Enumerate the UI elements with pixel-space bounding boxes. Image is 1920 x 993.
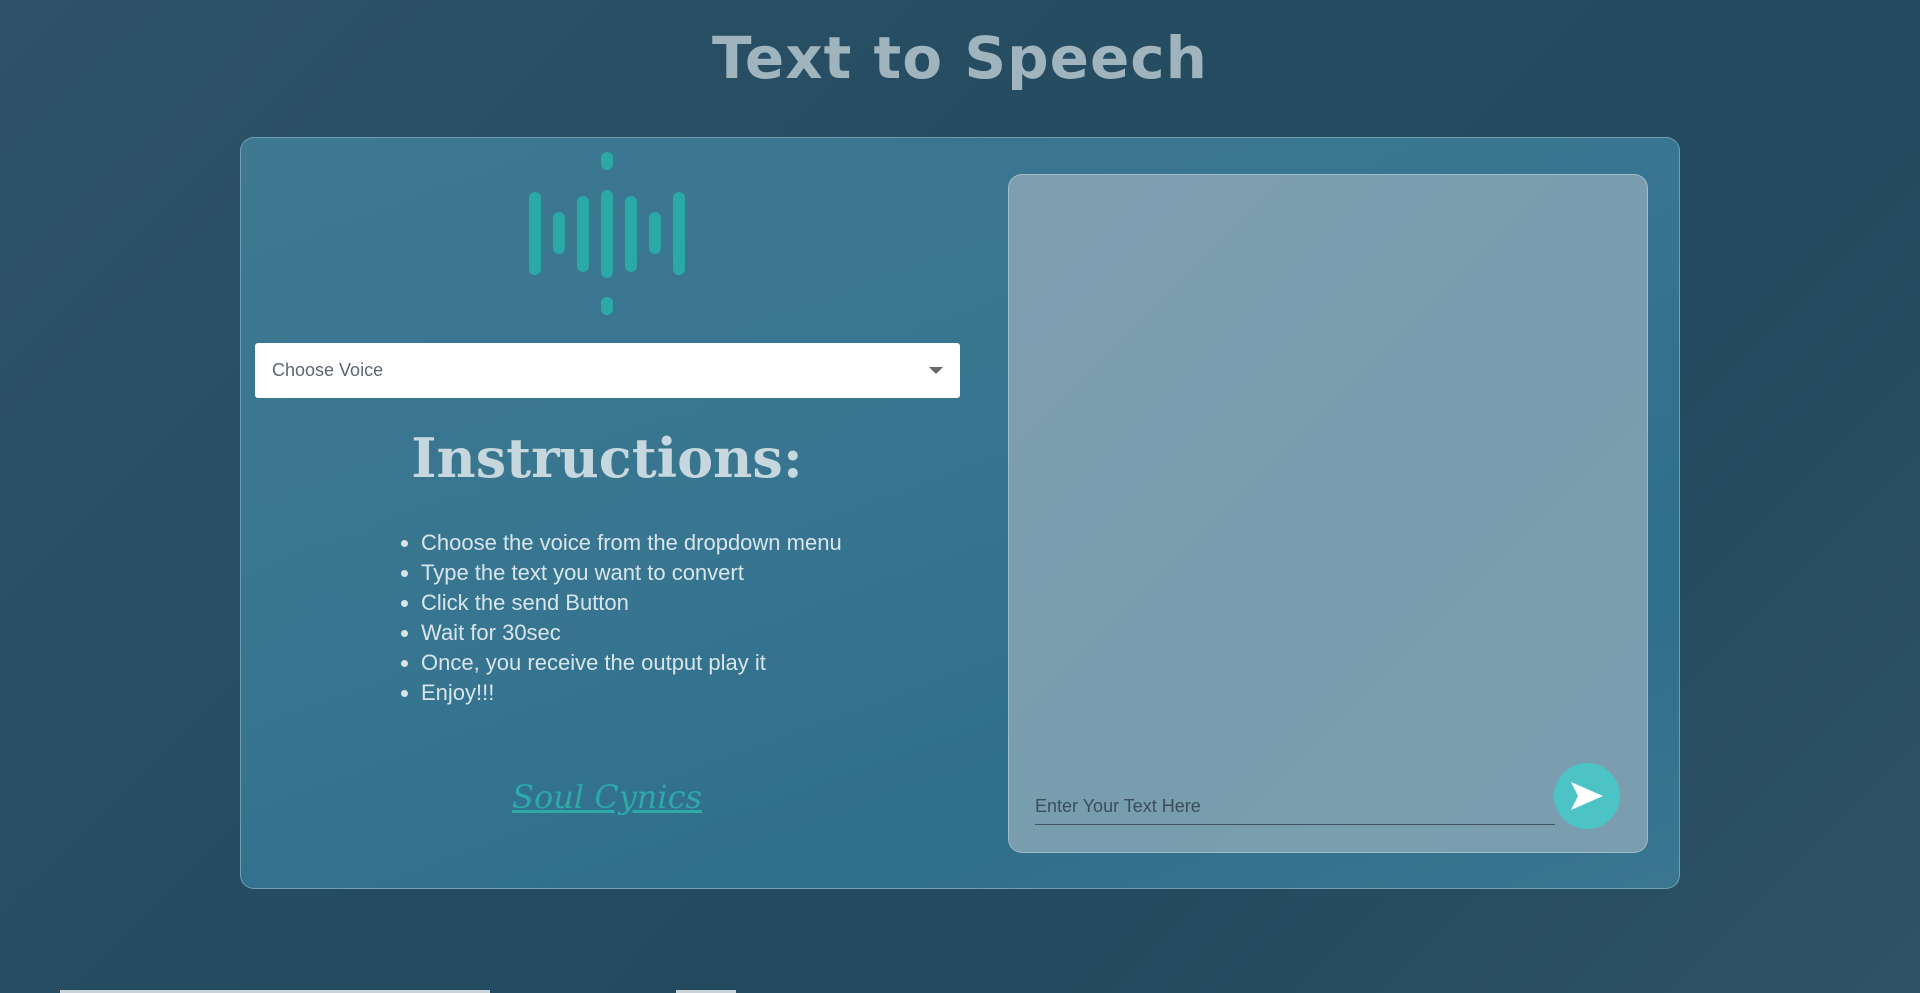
main-card: Choose Voice Instructions: Choose the vo… (240, 137, 1680, 889)
list-item: Wait for 30sec (421, 618, 842, 648)
text-output-panel (1008, 174, 1648, 853)
send-button[interactable] (1554, 763, 1620, 829)
credit-link[interactable]: Soul Cynics (241, 778, 973, 816)
page-title: Text to Speech (712, 24, 1208, 92)
list-item: Type the text you want to convert (421, 558, 842, 588)
list-item: Click the send Button (421, 588, 842, 618)
sound-wave-icon (529, 152, 685, 315)
voice-select[interactable]: Choose Voice (255, 343, 960, 398)
left-pane: Choose Voice Instructions: Choose the vo… (241, 138, 973, 888)
text-input[interactable] (1035, 789, 1555, 825)
instruction-list: Choose the voice from the dropdown menu … (421, 528, 842, 708)
voice-select-label: Choose Voice (272, 360, 384, 380)
list-item: Enjoy!!! (421, 678, 842, 708)
chevron-down-icon (929, 367, 943, 374)
list-item: Choose the voice from the dropdown menu (421, 528, 842, 558)
send-icon (1571, 782, 1603, 810)
list-item: Once, you receive the output play it (421, 648, 842, 678)
instructions-heading: Instructions: (411, 426, 803, 490)
